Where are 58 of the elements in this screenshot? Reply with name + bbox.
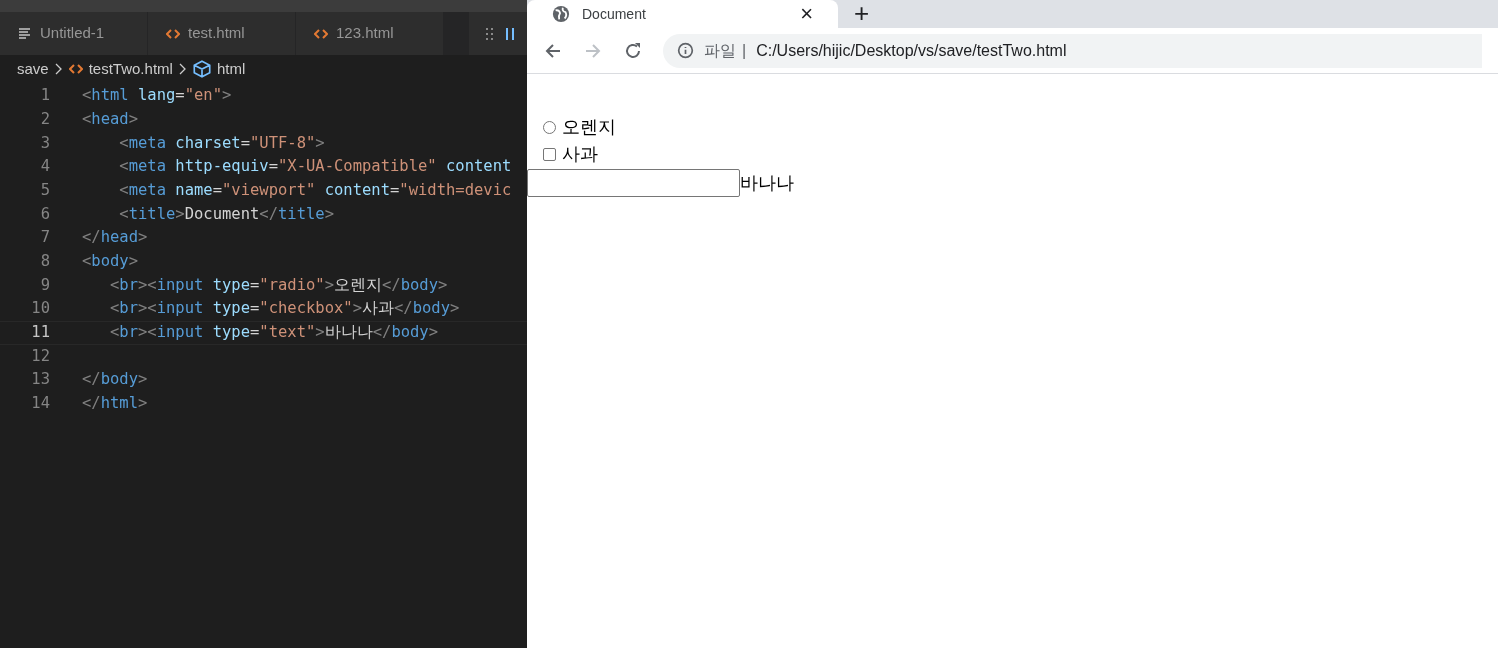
code-line: <br><input type="radio">오렌지</body>	[109, 274, 448, 296]
code-line: <meta name="viewport" content="width=devic	[118, 179, 512, 201]
input-label: 오렌지	[562, 116, 616, 139]
code-line: <br><input type="text">바나나</body>	[109, 322, 439, 344]
code-brackets-icon	[68, 62, 83, 76]
line-number: 12	[30, 345, 50, 367]
editor-tab[interactable]: test.html	[148, 12, 296, 55]
editor-tab[interactable]: 123.html	[296, 12, 444, 55]
chevron-right-icon	[178, 63, 187, 75]
code-line: <meta http-equiv="X-UA-Compatible" content	[118, 156, 512, 178]
reload-icon[interactable]	[623, 40, 643, 61]
checkbox[interactable]	[543, 148, 556, 161]
close-tab-button[interactable]: ×	[800, 3, 813, 25]
lines-icon	[18, 26, 32, 41]
code-brackets-icon	[314, 26, 328, 41]
line-number: 4	[39, 156, 50, 178]
info-icon	[677, 42, 694, 59]
line-number: 1	[39, 85, 50, 107]
code-line: <br><input type="checkbox">사과</body>	[109, 298, 460, 320]
line-number: 9	[39, 274, 50, 296]
chevron-right-icon	[54, 63, 63, 75]
globe-icon	[552, 5, 570, 23]
breadcrumb-item[interactable]: save	[17, 57, 49, 81]
tab-title: Document	[582, 4, 647, 24]
breadcrumb-item[interactable]: html	[216, 57, 246, 81]
line-number: 13	[30, 369, 50, 391]
code-line: <title>Document</title>	[118, 203, 335, 225]
line-number: 5	[39, 179, 50, 201]
cube-icon	[192, 60, 211, 78]
pause-icon[interactable]	[505, 26, 515, 41]
text-input[interactable]	[527, 169, 740, 197]
code-line: </html>	[82, 393, 148, 415]
new-tab-button[interactable]: +	[854, 0, 870, 26]
drag-handle-icon[interactable]	[485, 26, 495, 41]
line-number: 3	[39, 132, 50, 154]
code-line: <meta charset="UTF-8">	[118, 132, 325, 154]
line-number: 8	[39, 251, 50, 273]
code-brackets-icon	[166, 26, 180, 41]
address-scheme: 파일	[704, 40, 736, 61]
input-label: 사과	[562, 143, 598, 166]
line-number: 11	[30, 322, 50, 344]
line-number: 7	[39, 227, 50, 249]
line-number: 6	[39, 203, 50, 225]
breadcrumb-item[interactable]: testTwo.html	[88, 57, 173, 81]
line-number: 2	[39, 108, 50, 130]
input-label: 바나나	[740, 171, 794, 195]
editor-tab[interactable]: Untitled-1	[0, 12, 148, 55]
code-line: </head>	[82, 227, 148, 249]
code-line: <html lang="en">	[82, 85, 232, 107]
browser-tab[interactable]: Document ×	[527, 0, 838, 28]
line-number: 14	[30, 393, 50, 415]
code-line: <body>	[82, 251, 138, 273]
address-separator: |	[742, 40, 747, 61]
code-line: <head>	[82, 108, 138, 130]
line-number: 10	[30, 298, 50, 320]
url-text: C:/Users/hijic/Desktop/vs/save/testTwo.html	[756, 40, 1067, 61]
code-line: </body>	[82, 369, 148, 391]
address-bar[interactable]: 파일 | C:/Users/hijic/Desktop/vs/save/testTwo.html	[663, 33, 1482, 68]
